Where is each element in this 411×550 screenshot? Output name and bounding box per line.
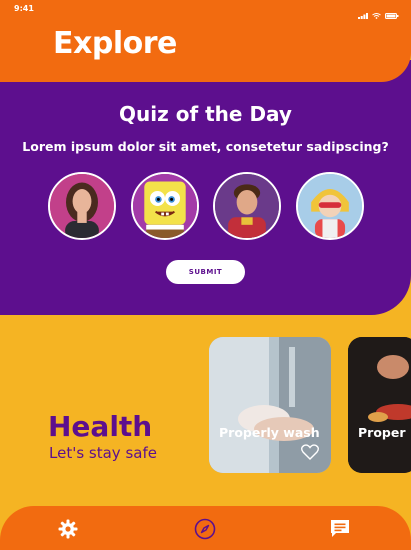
card-proper[interactable]: Proper [348,337,411,473]
card-label: Proper [358,425,406,440]
settings-icon[interactable] [57,518,79,540]
status-time: 9:41 [14,4,34,13]
status-icons [358,4,399,19]
compass-icon[interactable] [194,518,216,540]
submit-button[interactable]: SUBMIT [166,260,245,284]
bottom-nav [0,506,411,550]
avatar-4 [297,174,362,238]
card-properly-wash[interactable]: Properly wash [209,337,331,473]
section-subtitle: Let's stay safe [49,444,157,462]
section-title: Health [48,410,153,443]
quiz-question: Lorem ipsum dolor sit amet, consetetur s… [22,139,389,154]
avatar-1 [50,174,114,238]
page-title: Explore [53,26,177,61]
avatar-3 [215,174,280,238]
wifi-icon [372,4,381,19]
chat-icon[interactable] [329,518,351,540]
quiz-option-2[interactable] [130,172,199,240]
battery-icon [385,4,399,19]
avatar-2 [132,174,197,238]
quiz-options [48,172,364,242]
quiz-option-4[interactable] [295,172,364,240]
quiz-option-1[interactable] [48,172,116,240]
quiz-title: Quiz of the Day [119,102,292,126]
quiz-option-3[interactable] [213,172,282,240]
cooking-image [348,337,411,473]
card-label: Properly wash [219,425,320,440]
heart-icon[interactable] [301,444,319,460]
signal-icon [358,4,368,19]
